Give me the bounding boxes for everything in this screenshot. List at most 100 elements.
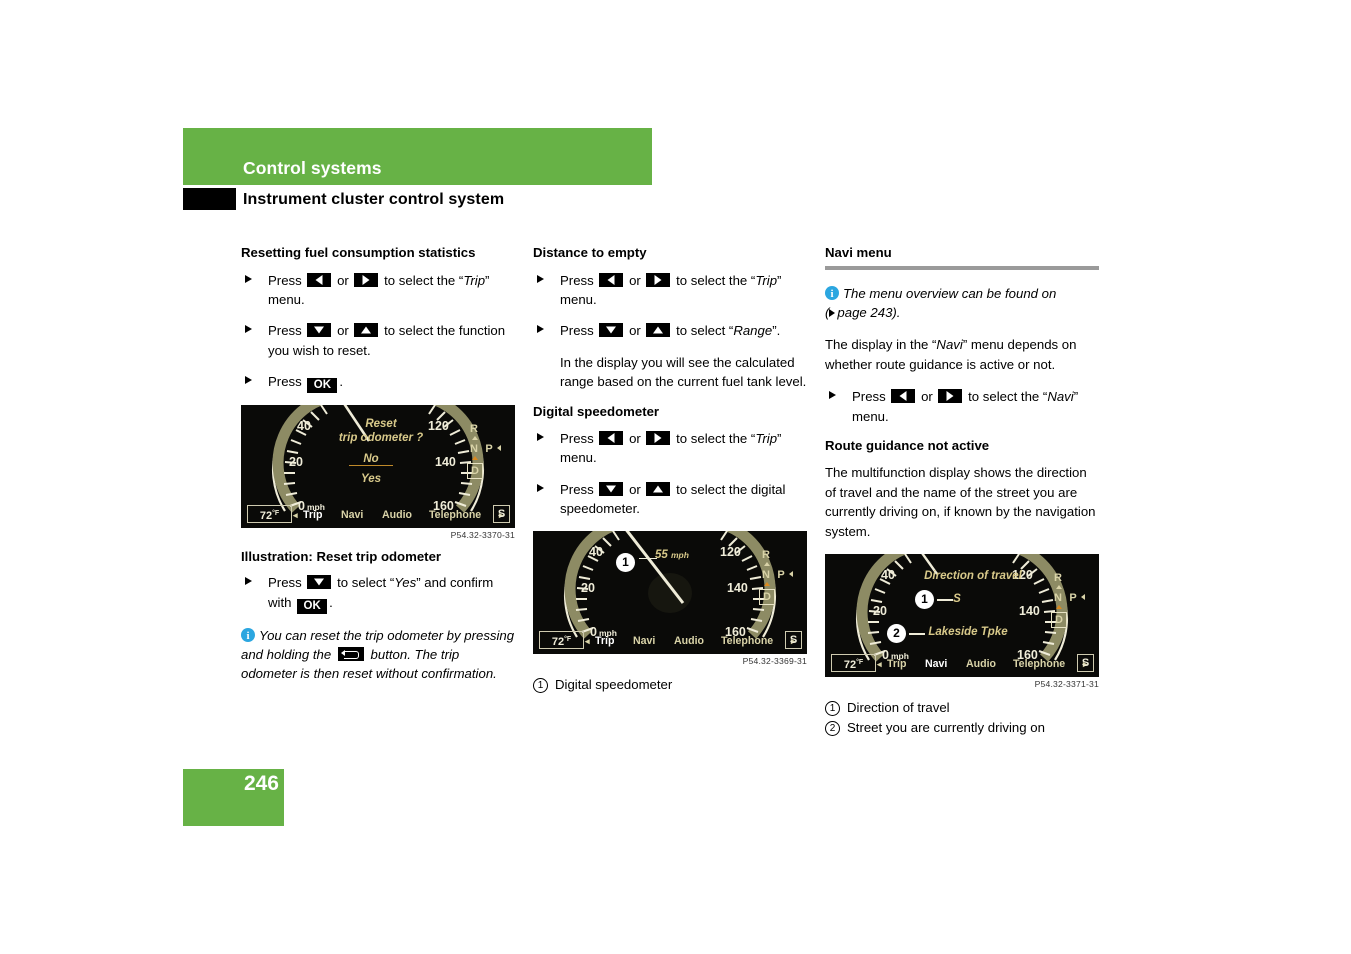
gear-R: R	[1054, 572, 1062, 585]
step-text: to select the “	[676, 272, 756, 288]
scale-label-20: 20	[581, 580, 595, 595]
menu-name-range: Range	[733, 323, 773, 339]
cluster-menu-bar: ◂ Trip Navi Audio Telephone ▸	[585, 633, 796, 649]
step-text: .	[329, 594, 333, 610]
bullet-triangle-icon	[245, 325, 252, 334]
service-badge: S	[785, 630, 802, 649]
arrow-up-key-icon	[646, 481, 671, 496]
gear-arrow-icon	[789, 570, 793, 577]
reset-button-icon	[337, 646, 364, 661]
page-reference: page 243).	[837, 304, 901, 320]
ok-key-icon: OK	[297, 598, 328, 614]
outside-temperature: 72°F	[539, 630, 584, 649]
gear-indicator: R N P D	[759, 549, 793, 621]
scale-label-120: 120	[428, 419, 449, 434]
gear-P: P	[1069, 592, 1077, 605]
step-text: to select the digital speedometer.	[560, 481, 786, 517]
gear-tick-up-icon	[472, 436, 478, 441]
step-press-ok: Press OK.	[241, 372, 515, 394]
arrow-right-key-icon	[646, 431, 671, 446]
instrument-cluster-display-2: 40 20 0mph 120 140 160 1 55 mph R N P D	[533, 530, 807, 654]
section-marker-block	[183, 188, 236, 210]
step-text-or: or	[921, 389, 933, 405]
scale-label-40: 40	[297, 419, 311, 434]
bullet-triangle-icon	[537, 274, 544, 283]
callout-street-driving-on: 2 Street you are currently driving on	[825, 718, 1099, 738]
arrow-left-key-icon	[599, 431, 624, 446]
step-text: Press	[560, 431, 594, 447]
arrow-down-key-icon	[599, 323, 624, 338]
heading-digital-speedometer: Digital speedometer	[533, 403, 660, 419]
info-note-menu-overview: The menu overview can be found on (page …	[825, 284, 1099, 323]
step-text: to select “	[676, 323, 734, 339]
arrow-down-key-icon	[307, 323, 332, 338]
step-text: Press	[560, 481, 594, 497]
column-3: Navi menu The menu overview can be found…	[825, 245, 1099, 738]
display-message-line2: trip odometer ?	[338, 432, 424, 445]
display-message-line1: Reset	[365, 418, 397, 431]
arrow-up-key-icon	[646, 323, 671, 338]
digital-speed-value: 55 mph	[655, 548, 689, 561]
gear-N: N	[470, 443, 478, 456]
step-select-digital-speedometer: Press or to select the digital speedomet…	[533, 480, 807, 519]
bullet-triangle-icon	[245, 577, 252, 586]
menu-item-audio: Audio	[382, 509, 413, 522]
bullet-triangle-icon	[245, 274, 252, 283]
gear-indicator: R N P D	[467, 423, 501, 495]
gear-D: D	[1051, 612, 1067, 629]
instrument-cluster-display-3: 40 20 0 mph 120 140 160 Direction of trav…	[825, 554, 1099, 678]
service-badge: S	[493, 505, 510, 524]
column-2: Distance to empty Press or to select the…	[533, 245, 807, 695]
cluster-menu-bar: ◂ Trip Navi Audio Telephone ▸	[877, 656, 1088, 672]
step-text: Press	[268, 575, 302, 591]
menu-name-trip: Trip	[755, 431, 778, 447]
scale-label-140: 140	[435, 455, 456, 470]
gear-R: R	[470, 423, 478, 436]
menu-item-audio: Audio	[674, 634, 705, 647]
step-text-or: or	[337, 323, 349, 339]
step-text: Press	[560, 323, 594, 339]
scale-label-40: 40	[589, 544, 603, 559]
step-text: Press	[560, 272, 594, 288]
step-text-or: or	[337, 272, 349, 288]
callout-marker-1: 1	[616, 552, 635, 572]
heading-route-guidance-not-active: Route guidance not active	[825, 437, 990, 453]
page-reference-arrow-icon	[829, 308, 836, 317]
bullet-triangle-icon	[537, 433, 544, 442]
figure-code: P54.32-3370-31	[450, 530, 515, 541]
gear-indicator: R N P D	[1051, 572, 1085, 644]
step-select-function: Press or to select the function you wish…	[241, 321, 515, 360]
callout-number-1: 1	[825, 701, 840, 717]
step-text-or: or	[629, 431, 641, 447]
step-select-trip-menu-2: Press or to select the “Trip” menu.	[533, 271, 807, 310]
scale-label-140: 140	[1019, 604, 1040, 619]
step-text: to select the “	[968, 389, 1048, 405]
figure-caption: Illustration: Reset trip odometer	[241, 549, 442, 565]
bullet-triangle-icon	[829, 391, 836, 400]
callout-marker-1: 1	[915, 590, 934, 610]
step-select-trip-menu-3: Press or to select the “Trip” menu.	[533, 429, 807, 468]
step-select-range: Press or to select “Range”.	[533, 321, 807, 340]
figure-code: P54.32-3369-31	[742, 655, 807, 666]
heading-rule	[825, 265, 1099, 270]
arrow-down-key-icon	[307, 575, 332, 590]
manual-page: Control systems Instrument cluster contr…	[0, 0, 1351, 954]
step-text: to select “	[337, 575, 395, 591]
step-text-or: or	[629, 481, 641, 497]
heading-navi-menu: Navi menu	[825, 245, 892, 260]
gear-arrow-icon	[1081, 594, 1085, 601]
scale-label-120: 120	[720, 544, 741, 559]
menu-item-audio: Audio	[966, 658, 997, 671]
step-text: ”.	[772, 323, 781, 339]
gear-tick-up-icon	[1056, 585, 1062, 590]
scale-label-20: 20	[873, 604, 887, 619]
menu-item-trip: Trip	[595, 634, 615, 647]
gear-tick-selected-icon	[764, 581, 770, 586]
info-icon	[825, 285, 839, 304]
figure-digital-speedometer: 40 20 0mph 120 140 160 1 55 mph R N P D	[533, 530, 807, 666]
bullet-triangle-icon	[245, 376, 252, 385]
scale-label-40: 40	[881, 568, 895, 583]
callout-marker-2: 2	[887, 624, 906, 644]
menu-name-navi: Navi	[1047, 389, 1074, 405]
menu-name-navi: Navi	[936, 337, 963, 353]
